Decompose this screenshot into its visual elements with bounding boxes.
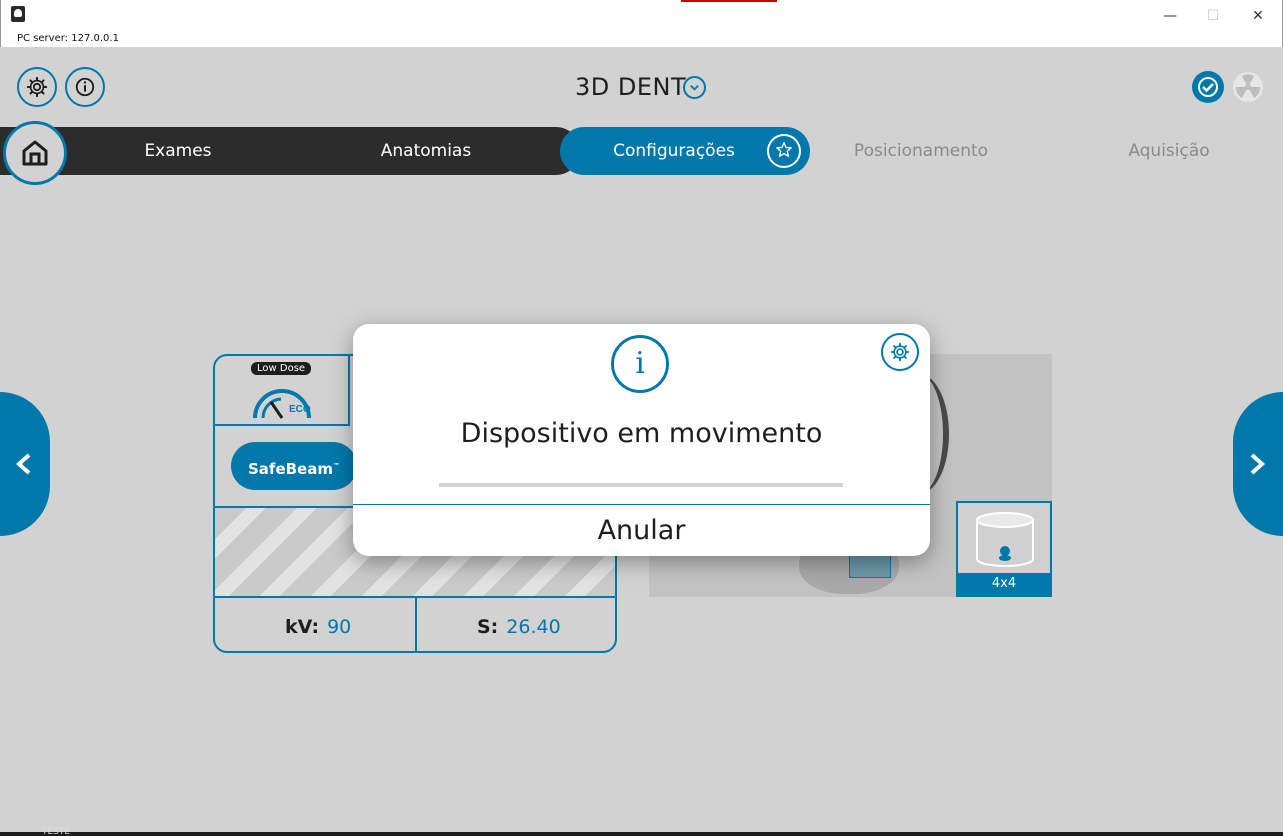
close-button[interactable]: ✕ — [1243, 6, 1273, 26]
dialog-message: Dispositivo em movimento — [460, 418, 823, 449]
cancel-button[interactable]: Anular — [353, 505, 930, 556]
os-taskbar — [0, 832, 1283, 836]
maximize-button[interactable]: ☐ — [1198, 6, 1228, 26]
device-moving-dialog: i Dispositivo em movimento Anular — [353, 324, 930, 556]
window-titlebar: PC server: 127.0.0.1 — ☐ ✕ — [0, 0, 1283, 47]
info-glyph: i — [635, 346, 645, 381]
app-logo-icon — [11, 6, 25, 22]
dialog-settings-button[interactable] — [881, 333, 919, 371]
server-label: PC server: 127.0.0.1 — [17, 33, 119, 44]
taskbar-item-label[interactable]: TESTE — [42, 827, 70, 836]
movement-progress-bar — [439, 483, 843, 487]
info-icon: i — [611, 335, 669, 393]
title-accent-mark — [681, 0, 777, 2]
minimize-button[interactable]: — — [1155, 6, 1185, 26]
gear-icon — [890, 342, 910, 362]
